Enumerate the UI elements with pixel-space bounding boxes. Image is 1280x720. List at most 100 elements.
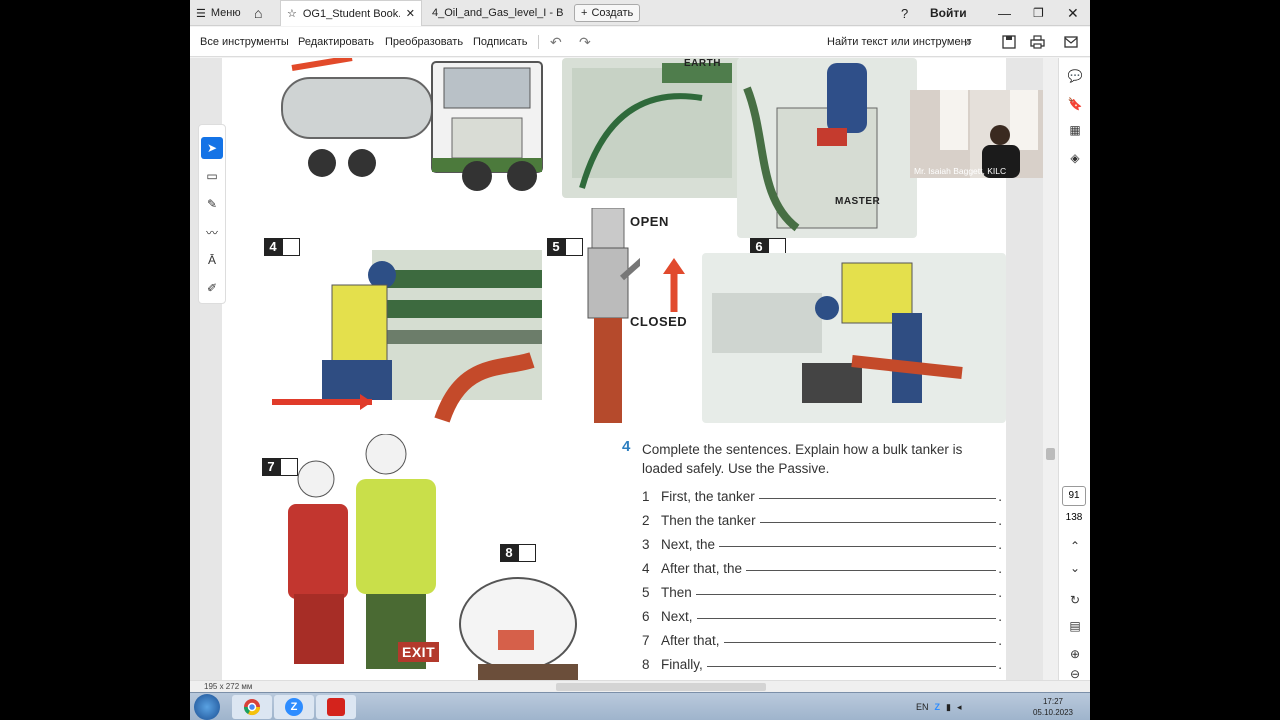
answer-line[interactable] bbox=[719, 546, 997, 547]
undo-icon[interactable]: ↶ bbox=[550, 27, 562, 57]
exercise-instruction: Complete the sentences. Explain how a bu… bbox=[642, 442, 963, 476]
worker-hose-illustration bbox=[262, 240, 542, 430]
start-button-icon[interactable] bbox=[194, 694, 220, 720]
zoom-taskbar-icon[interactable]: Z bbox=[274, 695, 314, 719]
network-icon[interactable]: ▮ bbox=[946, 702, 951, 713]
home-icon[interactable]: ⌂ bbox=[254, 0, 262, 26]
document-viewport[interactable]: EARTH MASTER 4 5 OPEN CLOSED 6 7 8 EXIT … bbox=[190, 58, 1058, 680]
page-down-icon[interactable]: ⌄ bbox=[1065, 558, 1085, 578]
print-icon[interactable] bbox=[1030, 27, 1045, 57]
windows-taskbar: Z EN Z ▮ ◂ 17:27 05.10.2023 bbox=[190, 692, 1090, 720]
zoom-tray-icon[interactable]: Z bbox=[935, 702, 941, 712]
workers-briefing-illustration bbox=[256, 433, 456, 674]
convert-button[interactable]: Преобразовать bbox=[385, 27, 463, 57]
menu-button[interactable]: ☰ Меню bbox=[196, 0, 241, 26]
answer-line[interactable] bbox=[695, 594, 997, 595]
find-tool-button[interactable]: Найти текст или инструмент bbox=[827, 27, 972, 57]
exercise-row-8: 8 Finally,. bbox=[642, 657, 1002, 672]
exercise-number: 4 bbox=[622, 438, 631, 455]
participant-name: Mr. Isaiah Baggett, KILC bbox=[914, 166, 1007, 176]
exercise-row-1: 1 First, the tanker. bbox=[642, 489, 1002, 504]
chrome-taskbar-icon[interactable] bbox=[232, 695, 272, 719]
box-8: 8 bbox=[500, 544, 536, 562]
highlight-pen-icon[interactable]: ✎ bbox=[201, 193, 223, 215]
add-comment-icon[interactable]: ▭ bbox=[201, 165, 223, 187]
row-text: Then bbox=[661, 585, 692, 600]
zoom-in-icon[interactable]: ⊕ bbox=[1065, 644, 1085, 664]
status-bar: 195 x 272 мм bbox=[190, 680, 1090, 692]
bookmark-icon[interactable]: 🔖 bbox=[1065, 94, 1085, 114]
answer-box[interactable] bbox=[518, 544, 536, 562]
hamburger-icon: ☰ bbox=[196, 7, 206, 20]
system-tray: EN Z ▮ ◂ bbox=[916, 693, 962, 720]
select-cursor-icon[interactable]: ➤ bbox=[201, 137, 223, 159]
scroll-thumb[interactable] bbox=[1046, 448, 1055, 460]
current-page-field[interactable]: 91 bbox=[1062, 486, 1086, 506]
create-button[interactable]: + Создать bbox=[574, 4, 641, 22]
vertical-scrollbar[interactable] bbox=[1043, 58, 1058, 680]
sign-button[interactable]: Подписать bbox=[473, 27, 527, 57]
horizontal-scroll-thumb[interactable] bbox=[556, 683, 766, 691]
tab-title: OG1_Student Book.... bbox=[302, 7, 400, 20]
tanker-truck-illustration bbox=[262, 58, 552, 198]
comment-icon[interactable]: 💬 bbox=[1065, 66, 1085, 86]
fill-sign-icon[interactable]: ✐ bbox=[201, 277, 223, 299]
help-icon[interactable]: ? bbox=[901, 0, 908, 26]
answer-line[interactable] bbox=[758, 498, 997, 499]
app-window: ☰ Меню ⌂ ☆ OG1_Student Book.... ✕ 4_Oil_… bbox=[190, 0, 1090, 720]
answer-line[interactable] bbox=[696, 618, 997, 619]
volume-icon[interactable]: ◂ bbox=[957, 702, 962, 713]
layers-icon[interactable]: ◈ bbox=[1065, 148, 1085, 168]
tab-bar: ☰ Меню ⌂ ☆ OG1_Student Book.... ✕ 4_Oil_… bbox=[190, 0, 1090, 26]
worker-drain-illustration bbox=[702, 253, 1006, 423]
right-panel: 💬 🔖 ▦ ◈ 91 138 ⌃ ⌄ ↻ ▤ ⊕ ⊖ bbox=[1058, 58, 1090, 681]
all-tools-button[interactable]: Все инструменты bbox=[200, 27, 289, 57]
thumbnails-icon[interactable]: ▦ bbox=[1065, 120, 1085, 140]
signin-button[interactable]: Войти bbox=[930, 0, 967, 26]
refresh-icon[interactable]: ↻ bbox=[1065, 590, 1085, 610]
video-call-overlay[interactable]: Mr. Isaiah Baggett, KILC bbox=[910, 90, 1058, 178]
answer-line[interactable] bbox=[759, 522, 997, 523]
close-window-icon[interactable]: ✕ bbox=[1067, 0, 1079, 26]
draw-freeform-icon[interactable]: 〰 bbox=[201, 221, 223, 243]
row-text: After that, bbox=[661, 633, 720, 648]
row-number: 4 bbox=[642, 561, 650, 576]
restore-icon[interactable]: ❐ bbox=[1033, 0, 1044, 26]
arrow-up-icon bbox=[663, 258, 685, 312]
page-up-icon[interactable]: ⌃ bbox=[1065, 536, 1085, 556]
close-tab-icon[interactable]: ✕ bbox=[406, 7, 415, 20]
language-indicator[interactable]: EN bbox=[916, 702, 929, 712]
acrobat-taskbar-icon[interactable] bbox=[316, 695, 356, 719]
email-icon[interactable] bbox=[1064, 27, 1078, 57]
text-select-icon[interactable]: Ā bbox=[201, 249, 223, 271]
tab-og1-student-book[interactable]: ☆ OG1_Student Book.... ✕ bbox=[280, 0, 422, 26]
box-number: 8 bbox=[500, 544, 518, 562]
row-text: After that, the bbox=[661, 561, 743, 576]
box-5: 5 bbox=[547, 238, 583, 256]
fit-page-icon[interactable]: ▤ bbox=[1065, 616, 1085, 636]
tab-title: 4_Oil_and_Gas_level_I - B... bbox=[432, 7, 564, 19]
edit-button[interactable]: Редактировать bbox=[298, 27, 374, 57]
tank-illustration bbox=[458, 564, 588, 680]
row-number: 1 bbox=[642, 489, 650, 504]
master-label: MASTER bbox=[835, 196, 881, 207]
exercise-row-5: 5 Then. bbox=[642, 585, 1002, 600]
closed-label: CLOSED bbox=[630, 314, 688, 329]
search-icon[interactable]: ⌕ bbox=[965, 27, 972, 57]
pdf-page: EARTH MASTER 4 5 OPEN CLOSED 6 7 8 EXIT … bbox=[222, 58, 1006, 680]
answer-line[interactable] bbox=[706, 666, 997, 667]
clock[interactable]: 17:27 05.10.2023 bbox=[1030, 696, 1076, 718]
redo-icon[interactable]: ↷ bbox=[579, 27, 591, 57]
minimize-icon[interactable]: — bbox=[998, 0, 1011, 26]
earth-label: EARTH bbox=[684, 58, 721, 69]
quick-tools-rail: ➤ ▭ ✎ 〰 Ā ✐ bbox=[198, 124, 226, 304]
toolbar-divider bbox=[538, 35, 539, 49]
save-icon[interactable] bbox=[1002, 27, 1016, 57]
total-pages: 138 bbox=[1065, 512, 1083, 523]
master-switch-illustration bbox=[737, 58, 917, 238]
answer-line[interactable] bbox=[723, 642, 997, 643]
tab-oil-and-gas[interactable]: 4_Oil_and_Gas_level_I - B... bbox=[426, 0, 570, 26]
star-icon[interactable]: ☆ bbox=[287, 7, 297, 20]
earth-clamp-illustration bbox=[562, 58, 742, 198]
answer-line[interactable] bbox=[746, 570, 997, 571]
